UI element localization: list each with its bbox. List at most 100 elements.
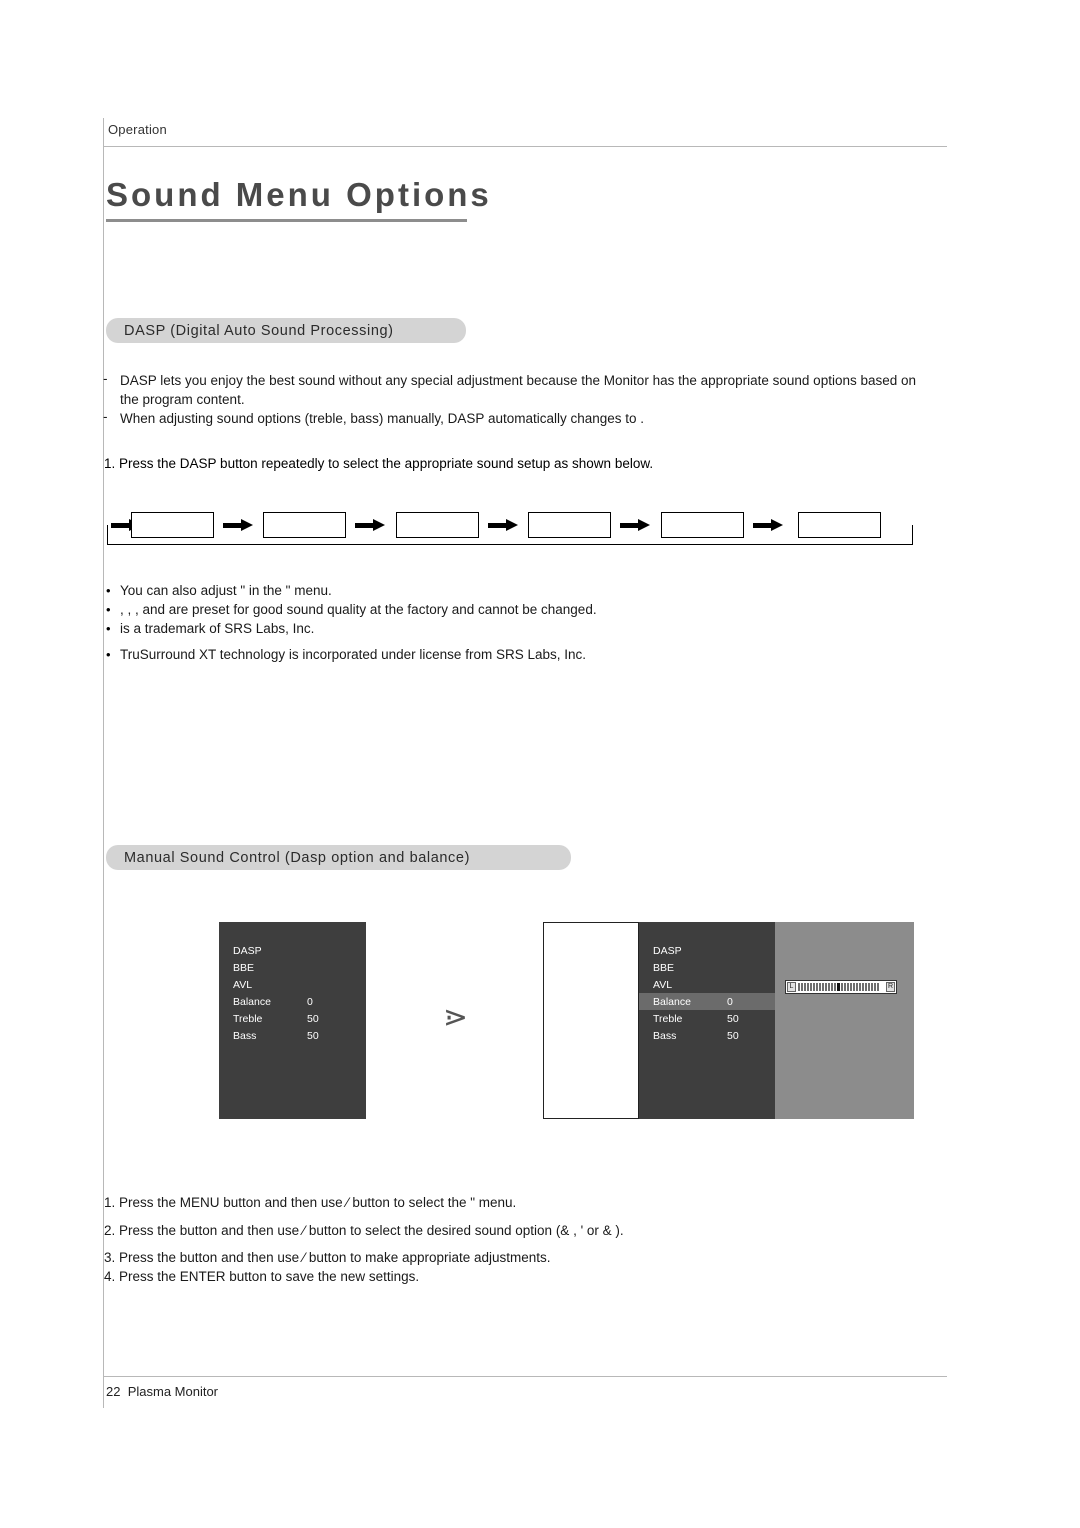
balance-slider-tick	[859, 983, 861, 991]
flow-arrow-3	[488, 519, 518, 531]
balance-slider-tick	[816, 983, 818, 991]
osd-left-value-treble: 50	[307, 1013, 319, 1025]
balance-slider-tick	[865, 983, 867, 991]
balance-slider-right-label: R	[886, 982, 895, 992]
osd-right-label-dasp: DASP	[653, 945, 682, 957]
balance-slider-tick	[853, 983, 855, 991]
osd-left-value-bass: 50	[307, 1030, 319, 1042]
balance-slider-tick	[825, 983, 827, 991]
left-vertical-rule	[103, 118, 104, 1408]
balance-slider-tick	[847, 983, 849, 991]
flow-box-6	[798, 512, 881, 538]
manual-step-1: 1. Press the MENU button and then use ⁄ …	[104, 1195, 517, 1210]
balance-slider-tick	[868, 983, 870, 991]
flow-loop-line	[107, 544, 913, 545]
osd-left-label-dasp: DASP	[233, 945, 262, 957]
osd-right-label-bbe: BBE	[653, 962, 675, 974]
osd-right-label-bass: Bass	[653, 1030, 677, 1042]
balance-slider-tick	[801, 983, 803, 991]
osd-left-label-bass: Bass	[233, 1030, 257, 1042]
osd-right-preview-pane	[543, 922, 639, 1119]
flow-arrow-1	[223, 519, 253, 531]
title-underline	[106, 219, 467, 222]
balance-slider-left-label: L	[787, 982, 796, 992]
dasp-paragraph-1: DASP lets you enjoy the best sound witho…	[120, 373, 917, 407]
dasp-bullet-4: TruSurround XT technology is incorporate…	[120, 647, 586, 662]
osd-right-value-treble: 50	[727, 1013, 739, 1025]
bullet-dot-1: •	[106, 583, 111, 598]
dasp-bullet-2: , , , and are preset for good sound qual…	[120, 602, 597, 617]
osd-left-value-balance: 0	[307, 996, 313, 1008]
footer: 22 Plasma Monitor	[106, 1384, 218, 1399]
osd-left-row-dasp: DASP	[219, 942, 366, 959]
osd-left-row-balance: Balance 0	[219, 993, 366, 1010]
osd-right-value-balance: 0	[727, 996, 733, 1008]
osd-left-row-avl: AVL	[219, 976, 366, 993]
flow-box-2	[263, 512, 346, 538]
osd-left-label-balance: Balance	[233, 996, 271, 1008]
osd-right-row-bbe: BBE	[639, 959, 775, 976]
osd-right-row-treble: Treble 50	[639, 1010, 775, 1027]
osd-left-row-bass: Bass 50	[219, 1027, 366, 1044]
osd-left-label-treble: Treble	[233, 1013, 263, 1025]
osd-right-row-avl: AVL	[639, 976, 775, 993]
bullet-dot-3: •	[106, 621, 111, 636]
bullet-dot-4: •	[106, 647, 111, 662]
osd-left-row-treble: Treble 50	[219, 1010, 366, 1027]
osd-left-row-bbe: BBE	[219, 959, 366, 976]
balance-slider-tick	[837, 983, 840, 991]
dash-bullet-1: -	[103, 371, 108, 386]
osd-right-label-balance: Balance	[653, 996, 691, 1008]
balance-slider-tick	[871, 983, 873, 991]
balance-slider: L R	[785, 980, 897, 994]
flow-box-1	[131, 512, 214, 538]
balance-slider-tick	[841, 983, 843, 991]
osd-right-row-dasp: DASP	[639, 942, 775, 959]
dasp-flow-diagram	[103, 505, 915, 553]
document-page: Operation Sound Menu Options DASP (Digit…	[0, 0, 1080, 1528]
osd-right-label-treble: Treble	[653, 1013, 683, 1025]
balance-slider-tick	[844, 983, 846, 991]
balance-slider-tick	[877, 983, 879, 991]
page-title: Sound Menu Options	[106, 176, 492, 213]
osd-right-menu-pane: DASP BBE AVL Balance 0 Treble 50 Bass 50	[639, 922, 775, 1119]
balance-slider-tick	[831, 983, 833, 991]
flow-loop-right	[912, 525, 913, 545]
dasp-paragraph-2: When adjusting sound options (treble, ba…	[120, 411, 645, 426]
balance-slider-tick	[810, 983, 812, 991]
footer-divider	[103, 1376, 947, 1377]
osd-right-row-balance-selected: Balance 0	[639, 993, 775, 1010]
flow-box-3	[396, 512, 479, 538]
header-section-label: Operation	[108, 122, 167, 137]
manual-section-heading: Manual Sound Control (Dasp option and ba…	[106, 845, 571, 870]
balance-slider-tick	[798, 983, 800, 991]
dasp-bullet-3: is a trademark of SRS Labs, Inc.	[120, 621, 315, 636]
flow-arrow-5	[753, 519, 783, 531]
dasp-section-heading: DASP (Digital Auto Sound Processing)	[106, 318, 466, 343]
transition-arrow-icon: ⋗	[443, 1000, 469, 1035]
osd-right-row-bass: Bass 50	[639, 1027, 775, 1044]
osd-screen-left: DASP BBE AVL Balance 0 Treble 50 Bass 50	[219, 922, 366, 1119]
osd-left-label-avl: AVL	[233, 979, 253, 991]
balance-slider-track	[797, 983, 885, 992]
balance-slider-tick	[828, 983, 830, 991]
balance-slider-tick	[807, 983, 809, 991]
flow-arrow-2	[355, 519, 385, 531]
osd-right-label-avl: AVL	[653, 979, 673, 991]
dasp-bullet-1: You can also adjust " in the " menu.	[120, 583, 332, 598]
flow-arrow-4	[620, 519, 650, 531]
manual-step-2: 2. Press the button and then use ⁄ butto…	[104, 1223, 624, 1238]
manual-step-4: 4. Press the ENTER button to save the ne…	[104, 1269, 420, 1284]
footer-product-name: Plasma Monitor	[127, 1384, 219, 1399]
balance-slider-tick	[856, 983, 858, 991]
balance-slider-tick	[804, 983, 806, 991]
flow-box-4	[528, 512, 611, 538]
balance-slider-tick	[834, 983, 836, 991]
balance-slider-tick	[850, 983, 852, 991]
dash-bullet-2: -	[103, 409, 108, 424]
balance-slider-tick	[874, 983, 876, 991]
balance-slider-tick	[813, 983, 815, 991]
bullet-dot-2: •	[106, 602, 111, 617]
balance-slider-tick	[822, 983, 824, 991]
osd-right-value-bass: 50	[727, 1030, 739, 1042]
